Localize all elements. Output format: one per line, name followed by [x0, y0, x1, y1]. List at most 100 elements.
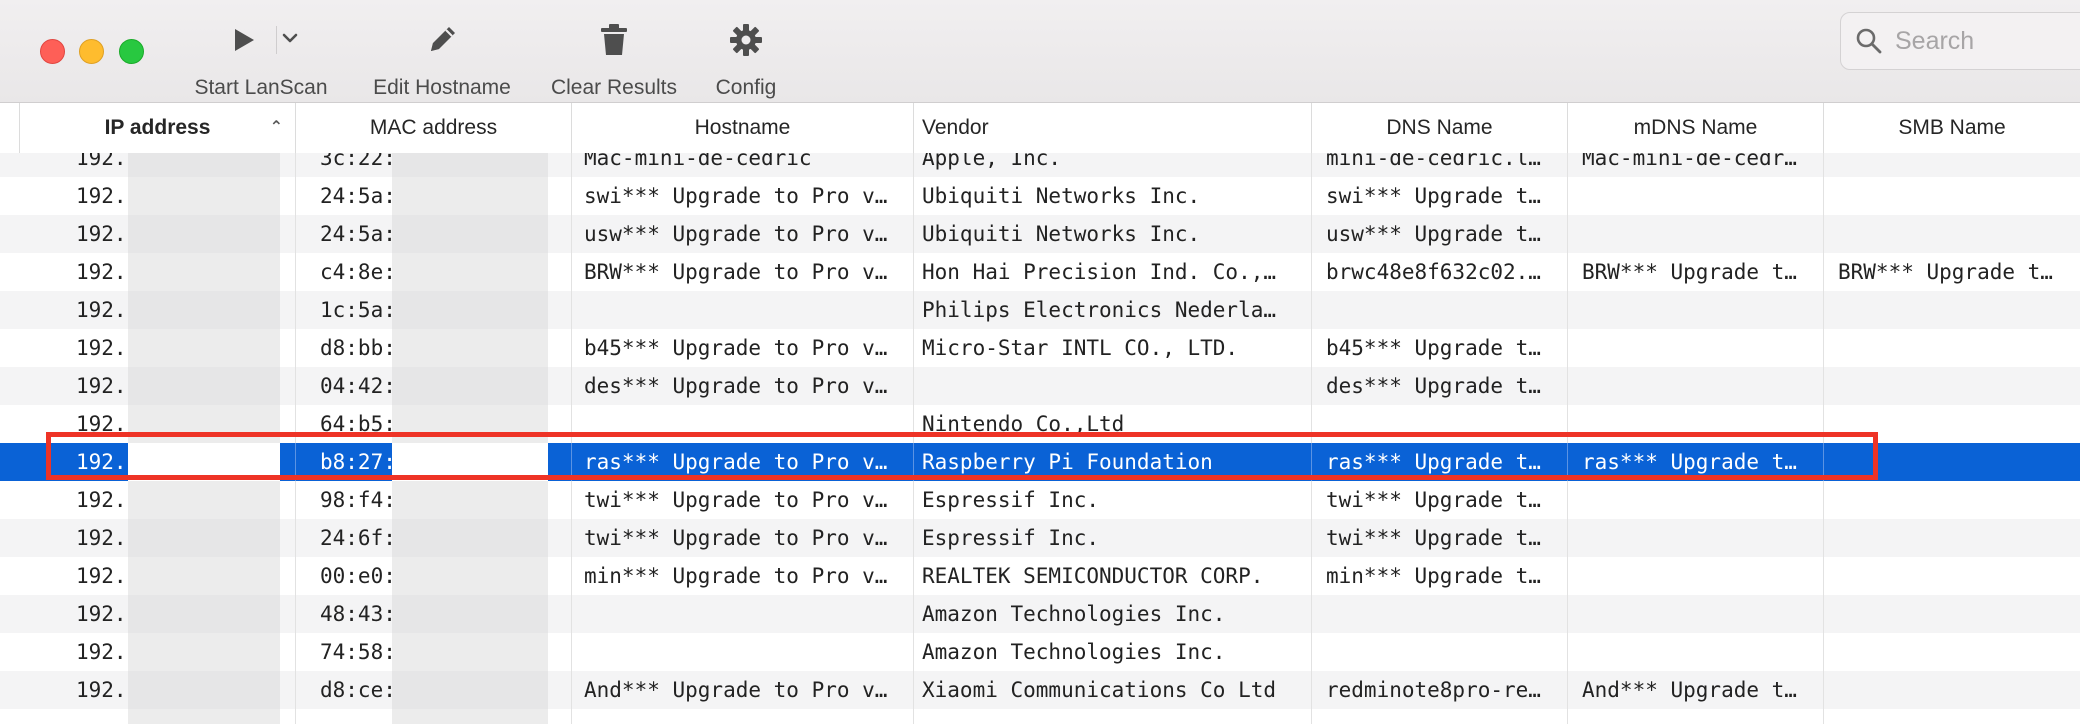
cell-vendor: Amazon Technologies Inc. — [914, 633, 1312, 671]
cell-host: usw*** Upgrade to Pro v… — [572, 215, 914, 253]
minimize-window-button[interactable] — [79, 39, 104, 64]
cell-vendor: Micro-Star INTL CO., LTD. — [914, 329, 1312, 367]
cell-vendor: Xiaomi Communications Co Ltd — [914, 671, 1312, 709]
cell-dns — [1312, 291, 1568, 329]
search-field[interactable]: Search — [1840, 12, 2080, 70]
cell-vendor: Raspberry Pi Foundation — [914, 443, 1312, 481]
column-header-ip-address[interactable]: IP address ⌃ — [20, 103, 296, 153]
redaction-block — [392, 215, 548, 253]
table-row[interactable]: 192. 1c:5a: Philips Electronics Nederla… — [0, 291, 2080, 329]
cell-vendor — [914, 709, 1312, 724]
redaction-block — [392, 253, 548, 291]
edit-hostname-button[interactable]: Edit Hostname — [362, 18, 522, 100]
table-row[interactable]: 192. 74:58: Amazon Technologies Inc. — [0, 633, 2080, 671]
clear-results-button[interactable]: Clear Results — [544, 18, 684, 100]
clear-results-label: Clear Results — [550, 76, 678, 99]
cell-host: swi*** Upgrade to Pro v… — [572, 177, 914, 215]
cell-mdns — [1568, 405, 1824, 443]
gear-icon — [730, 24, 762, 56]
cell-mdns — [1568, 367, 1824, 405]
cell-dns: twi*** Upgrade t… — [1312, 481, 1568, 519]
config-label: Config — [715, 76, 777, 99]
cell-mdns: Mac-mini-de-cedr… — [1568, 153, 1824, 177]
zoom-window-button[interactable] — [119, 39, 144, 64]
redaction-block — [392, 709, 548, 724]
cell-dns: redminote8pro-re… — [1312, 671, 1568, 709]
column-header-mdns-name[interactable]: mDNS Name — [1568, 103, 1824, 153]
column-header-label: MAC address — [369, 116, 498, 139]
redaction-block — [392, 595, 548, 633]
cell-host — [572, 595, 914, 633]
pencil-icon — [431, 27, 455, 51]
column-header-dns-name[interactable]: DNS Name — [1312, 103, 1568, 153]
redaction-block — [392, 481, 548, 519]
cell-smb — [1824, 595, 2080, 633]
table-row[interactable]: 192. 24:5a: swi*** Upgrade to Pro v… Ubiqui… — [0, 177, 2080, 215]
cell-dns — [1312, 405, 1568, 443]
cell-dns: usw*** Upgrade t… — [1312, 215, 1568, 253]
config-button[interactable]: Config — [706, 18, 786, 100]
cell-smb — [1824, 291, 2080, 329]
redaction-block — [392, 671, 548, 709]
cell-dns: des*** Upgrade t… — [1312, 367, 1568, 405]
table-row[interactable]: 192. d8:bb: b45*** Upgrade to Pro v… Micro-… — [0, 329, 2080, 367]
table-row[interactable]: 192. 98:f4: twi*** Upgrade to Pro v… Espres… — [0, 481, 2080, 519]
cell-vendor: REALTEK SEMICONDUCTOR CORP. — [914, 557, 1312, 595]
table-row[interactable]: 192. 3c:22: Mac-mini-de-cedric Apple, Inc. m… — [0, 153, 2080, 177]
cell-host: min*** Upgrade to Pro v… — [572, 557, 914, 595]
redaction-block — [128, 709, 280, 724]
table-row-selected[interactable]: 192. b8:27: ras*** Upgrade to Pro v… Raspbe… — [0, 443, 2080, 481]
column-header-label: SMB Name — [1898, 116, 2006, 139]
column-header-vendor[interactable]: Vendor — [914, 103, 1312, 153]
cell-host: Mac-mini-de-cedric — [572, 153, 914, 177]
redaction-block — [128, 215, 280, 253]
cell-vendor: Ubiquiti Networks Inc. — [914, 215, 1312, 253]
column-header-hostname[interactable]: Hostname — [572, 103, 914, 153]
table-row[interactable]: 192. 24:5a: usw*** Upgrade to Pro v… Ubiqui… — [0, 215, 2080, 253]
search-placeholder: Search — [1895, 27, 1975, 55]
cell-dns — [1312, 709, 1568, 724]
toolbar: Start LanScan Edit Hostname Clear Result… — [0, 0, 2080, 103]
redaction-block — [128, 633, 280, 671]
table-row[interactable]: 192. d8:ce: And*** Upgrade to Pro v… Xiaomi… — [0, 671, 2080, 709]
cell-vendor — [914, 367, 1312, 405]
start-lanscan-button[interactable]: Start LanScan — [186, 18, 336, 100]
table-row[interactable]: 192. 48:43: Amazon Technologies Inc. — [0, 595, 2080, 633]
column-header-mac-address[interactable]: MAC address — [296, 103, 572, 153]
cell-smb — [1824, 215, 2080, 253]
cell-vendor: Ubiquiti Networks Inc. — [914, 177, 1312, 215]
cell-host — [572, 291, 914, 329]
split-separator — [276, 26, 277, 54]
cell-smb — [1824, 177, 2080, 215]
column-header-label: Vendor — [922, 116, 989, 139]
redaction-block — [392, 177, 548, 215]
close-window-button[interactable] — [40, 39, 65, 64]
cell-vendor: Amazon Technologies Inc. — [914, 595, 1312, 633]
cell-vendor: Espressif Inc. — [914, 481, 1312, 519]
cell-mdns — [1568, 177, 1824, 215]
cell-dns: brwc48e8f632c02.… — [1312, 253, 1568, 291]
table-row[interactable]: 192. 00:e0: min*** Upgrade to Pro v… REALTE… — [0, 557, 2080, 595]
redaction-block — [392, 329, 548, 367]
table-row[interactable] — [0, 709, 2080, 724]
cell-mdns — [1568, 709, 1824, 724]
column-header-label: mDNS Name — [1633, 116, 1758, 139]
redaction-block — [128, 177, 280, 215]
column-header-smb-name[interactable]: SMB Name — [1824, 103, 2080, 153]
table-header: IP address ⌃ MAC address Hostname Vendor… — [0, 103, 2080, 154]
redaction-block — [128, 405, 280, 443]
cell-mdns — [1568, 557, 1824, 595]
redaction-block — [392, 443, 548, 481]
table-row[interactable]: 192. 64:b5: Nintendo Co.,Ltd — [0, 405, 2080, 443]
cell-mdns — [1568, 481, 1824, 519]
cell-dns: b45*** Upgrade t… — [1312, 329, 1568, 367]
table-row[interactable]: 192. 04:42: des*** Upgrade to Pro v… des***… — [0, 367, 2080, 405]
header-spacer — [0, 103, 20, 153]
cell-host — [572, 405, 914, 443]
column-header-label: DNS Name — [1386, 116, 1493, 139]
table-row[interactable]: 192. c4:8e: BRW*** Upgrade to Pro v… Hon Ha… — [0, 253, 2080, 291]
cell-smb — [1824, 633, 2080, 671]
table-row[interactable]: 192. 24:6f: twi*** Upgrade to Pro v… Espres… — [0, 519, 2080, 557]
redaction-block — [128, 443, 280, 481]
scan-options-dropdown[interactable] — [280, 28, 300, 53]
